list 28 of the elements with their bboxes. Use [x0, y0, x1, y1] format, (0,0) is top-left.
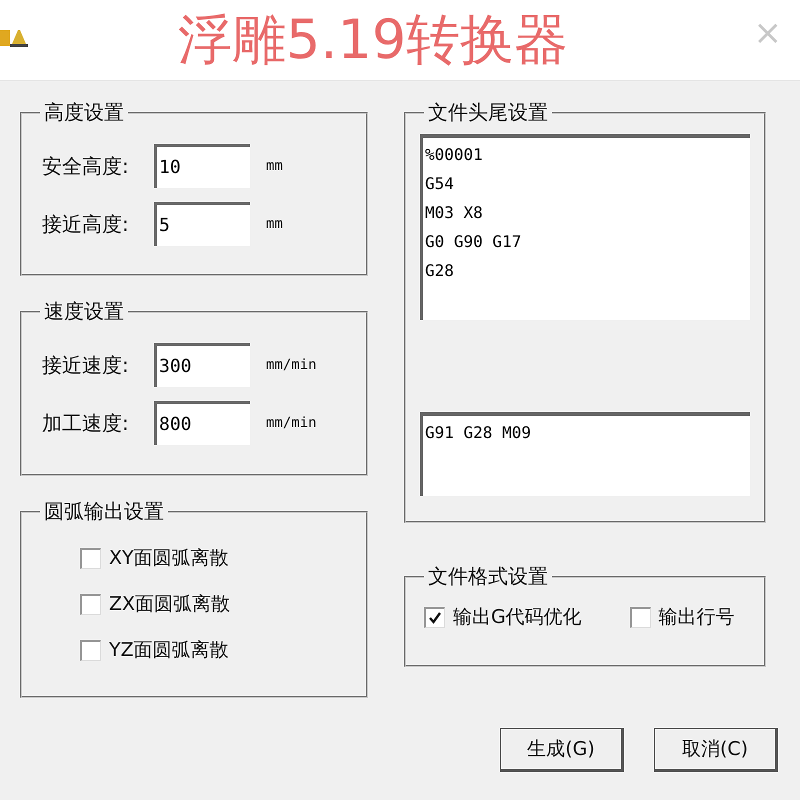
dialog-button[interactable]: 取消(C): [654, 728, 778, 772]
field-label: 接近速度:: [42, 352, 130, 378]
checkbox[interactable]: XY面圆弧离散: [80, 545, 352, 571]
group-title: 速度设置: [43, 298, 125, 325]
group-title: 文件格式设置: [427, 563, 549, 590]
dialog-button[interactable]: 生成(G): [500, 728, 624, 772]
unit-label: mm/min: [266, 415, 317, 431]
header-text-area[interactable]: %00001 G54 M03 X8 G0 G90 G17 G28: [420, 134, 750, 320]
unit-label: mm: [266, 158, 283, 174]
group-title: 圆弧输出设置: [43, 498, 165, 525]
input-field[interactable]: 800: [154, 401, 250, 445]
check-icon: [428, 610, 442, 624]
checkbox[interactable]: 输出行号: [630, 604, 735, 630]
checkbox[interactable]: YZ面圆弧离散: [80, 637, 352, 663]
input-field[interactable]: 5: [154, 202, 250, 246]
unit-label: mm: [266, 216, 283, 232]
group-title: 文件头尾设置: [427, 99, 549, 126]
input-field[interactable]: 300: [154, 343, 250, 387]
checkbox[interactable]: 输出G代码优化: [424, 604, 582, 630]
checkbox[interactable]: ZX面圆弧离散: [80, 591, 352, 617]
unit-label: mm/min: [266, 357, 317, 373]
field-label: 接近高度:: [42, 210, 130, 238]
window-title: 浮雕5.19转换器: [178, 8, 568, 72]
field-label: 加工速度:: [42, 410, 130, 436]
group-title: 高度设置: [43, 99, 125, 126]
field-label: 安全高度:: [42, 152, 130, 180]
footer-text-area[interactable]: G91 G28 M09: [420, 412, 750, 496]
input-field[interactable]: 10: [154, 144, 250, 188]
